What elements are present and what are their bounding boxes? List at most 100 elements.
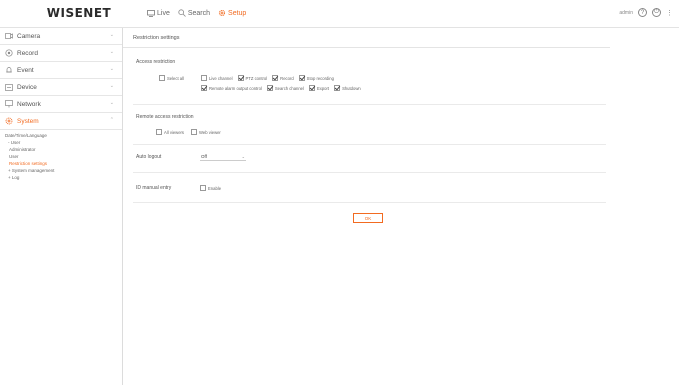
access-restriction-title: Access restriction [136, 59, 176, 65]
checkbox-box [237, 75, 244, 81]
checkbox-box [334, 85, 341, 91]
submenu-system-management-label: System management [11, 168, 55, 173]
search-channel-checkbox[interactable]: Search channel [266, 85, 304, 91]
live-channel-label: Live channel [209, 75, 233, 81]
record-icon [5, 49, 13, 57]
sidebar-item-event[interactable]: Event ⌄ [0, 62, 122, 79]
device-icon [5, 83, 13, 91]
section-divider [133, 104, 606, 105]
sidebar-item-camera[interactable]: Camera ⌄ [0, 28, 122, 45]
nav-setup[interactable]: Setup [218, 9, 246, 17]
select-all-checkbox[interactable]: Select all [159, 75, 184, 81]
submenu-user-label: User [10, 140, 21, 145]
checkbox-box [159, 75, 165, 81]
id-manual-entry-label: ID manual entry [136, 185, 172, 191]
chevron-down-icon: ⌄ [241, 153, 245, 159]
checkbox-box [298, 75, 305, 81]
remote-alarm-output-checkbox[interactable]: Remote alarm output control [201, 85, 262, 91]
auto-logout-label: Auto logout [136, 154, 162, 160]
chevron-down-icon: ⌄ [109, 66, 114, 72]
export-label: Export [316, 85, 330, 91]
top-header: WISENET Live Search Setup admin ? ⏻ ⋮ [0, 0, 679, 28]
search-icon [178, 9, 186, 17]
remote-alarm-output-label: Remote alarm output control [209, 85, 262, 91]
export-checkbox[interactable]: Export [308, 85, 330, 91]
ok-button[interactable]: OK [353, 213, 383, 223]
page-title: Restriction settings [133, 35, 180, 41]
title-divider [123, 47, 610, 48]
checkbox-box [272, 75, 279, 81]
access-row-2: Remote alarm output control Search chann… [201, 85, 361, 91]
access-row-1: Live channel PTZ control Record Stop rec… [201, 75, 334, 81]
sidebar-item-record[interactable]: Record ⌄ [0, 45, 122, 62]
sidebar-item-label: Device [17, 83, 37, 91]
submenu-user[interactable]: - User [3, 139, 122, 146]
sidebar-item-system[interactable]: System ⌃ [0, 113, 122, 130]
web-viewer-label: Web viewer [199, 129, 221, 135]
sidebar-item-label: Network [17, 100, 41, 108]
submenu-log[interactable]: + Log [3, 174, 122, 181]
network-icon [5, 100, 13, 108]
web-viewer-checkbox[interactable]: Web viewer [191, 129, 221, 135]
submenu-log-label: Log [11, 175, 20, 180]
checkbox-box [200, 185, 206, 191]
live-channel-checkbox[interactable]: Live channel [201, 75, 233, 81]
stop-recording-label: Stop recording [306, 75, 334, 81]
chevron-down-icon: ⌄ [109, 83, 114, 89]
auto-logout-value: Off [201, 153, 207, 159]
search-channel-label: Search channel [274, 85, 304, 91]
checkbox-box [156, 129, 162, 135]
ptz-control-checkbox[interactable]: PTZ control [237, 75, 268, 81]
chevron-down-icon: ⌄ [109, 49, 114, 55]
sidebar-item-network[interactable]: Network ⌄ [0, 96, 122, 113]
help-icon[interactable]: ? [638, 8, 647, 17]
submenu-user-sub[interactable]: User [3, 153, 122, 160]
submenu-date-time-language[interactable]: Date/Time/Language [3, 132, 122, 139]
main-panel: Restriction settings Access restriction … [123, 28, 679, 385]
checkbox-box [266, 85, 273, 91]
power-icon[interactable]: ⏻ [652, 8, 661, 17]
submenu-administrator[interactable]: Administrator [3, 146, 122, 153]
record-checkbox[interactable]: Record [272, 75, 294, 81]
sidebar-item-label: System [17, 117, 39, 125]
stop-recording-checkbox[interactable]: Stop recording [298, 75, 334, 81]
nav-live[interactable]: Live [147, 9, 170, 17]
remote-access-row: All viewers Web viewer [156, 129, 221, 135]
all-viewers-checkbox[interactable]: All viewers [156, 129, 184, 135]
section-divider [133, 202, 606, 203]
sidebar-item-label: Event [17, 66, 34, 74]
remote-access-title: Remote access restriction [136, 114, 194, 120]
nav-setup-label: Setup [228, 9, 247, 17]
checkbox-box [191, 129, 198, 135]
chevron-down-icon: ⌄ [109, 100, 114, 106]
more-icon[interactable]: ⋮ [666, 9, 673, 17]
gear-icon [218, 9, 226, 17]
chevron-down-icon: ⌄ [109, 32, 114, 38]
record-label: Record [280, 75, 294, 81]
auto-logout-select[interactable]: Off ⌄ [200, 152, 246, 161]
top-nav: Live Search Setup [147, 9, 246, 17]
checkbox-box [201, 75, 207, 81]
submenu-restriction-settings[interactable]: Restriction settings [3, 160, 122, 167]
nav-search[interactable]: Search [178, 9, 210, 17]
shutdown-checkbox[interactable]: Shutdown [334, 85, 361, 91]
sidebar-item-device[interactable]: Device ⌄ [0, 79, 122, 96]
user-name[interactable]: admin [619, 10, 633, 16]
enable-label: Enable [208, 185, 222, 191]
camera-icon [5, 32, 13, 40]
bell-icon [5, 66, 13, 74]
enable-checkbox[interactable]: Enable [200, 185, 221, 191]
nav-search-label: Search [187, 9, 211, 17]
chevron-up-icon: ⌃ [109, 117, 114, 123]
sidebar-item-label: Camera [17, 32, 41, 40]
system-icon [5, 117, 13, 125]
id-manual-entry-row: Enable [200, 185, 221, 191]
nav-live-label: Live [157, 9, 170, 17]
ptz-control-label: PTZ control [245, 75, 268, 81]
all-viewers-label: All viewers [164, 129, 185, 135]
user-area: admin ? ⏻ ⋮ [619, 8, 673, 17]
submenu-system-management[interactable]: + System management [3, 167, 122, 174]
sidebar-item-label: Record [17, 49, 38, 57]
select-all-label: Select all [167, 75, 184, 81]
sidebar: Camera ⌄ Record ⌄ Event ⌄ Device ⌄ Netwo… [0, 28, 123, 385]
